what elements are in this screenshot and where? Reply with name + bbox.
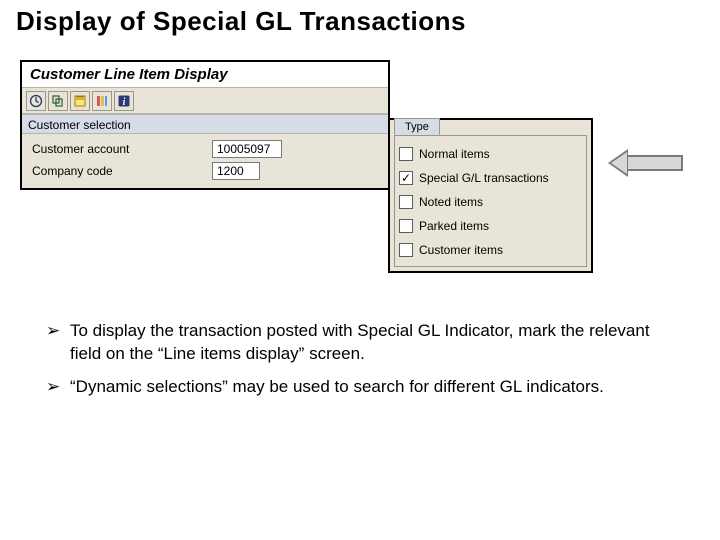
checkbox-label: Noted items: [419, 195, 483, 209]
type-panel: Type Normal items Special G/L transactio…: [388, 118, 593, 273]
checkbox-label: Customer items: [419, 243, 503, 257]
bullet-item: ➢ To display the transaction posted with…: [46, 320, 666, 366]
type-row-normal-items: Normal items: [399, 142, 582, 166]
window-title: Customer Line Item Display: [22, 62, 388, 88]
columns-icon[interactable]: [92, 91, 112, 111]
toolbar: i: [22, 88, 388, 114]
bullet-text: To display the transaction posted with S…: [70, 320, 666, 366]
checkbox-normal-items[interactable]: [399, 147, 413, 161]
type-row-noted-items: Noted items: [399, 190, 582, 214]
checkbox-label: Normal items: [419, 147, 490, 161]
checkbox-label: Special G/L transactions: [419, 171, 549, 185]
bullet-marker-icon: ➢: [46, 320, 70, 366]
selection-section-label: Customer selection: [22, 114, 388, 134]
arrow-body: [628, 155, 683, 171]
bullet-item: ➢ “Dynamic selections” may be used to se…: [46, 376, 666, 399]
selection-form: Customer account 10005097 Company code 1…: [22, 134, 388, 188]
bullet-text: “Dynamic selections” may be used to sear…: [70, 376, 666, 399]
checkbox-label: Parked items: [419, 219, 489, 233]
arrow-left-icon: [608, 149, 628, 177]
checkbox-customer-items[interactable]: [399, 243, 413, 257]
type-body: Normal items Special G/L transactions No…: [394, 135, 587, 267]
account-row: Customer account 10005097: [32, 138, 382, 160]
company-code-label: Company code: [32, 164, 212, 178]
svg-text:i: i: [123, 97, 126, 108]
info-icon[interactable]: i: [114, 91, 134, 111]
type-row-customer-items: Customer items: [399, 238, 582, 262]
type-row-parked-items: Parked items: [399, 214, 582, 238]
bullet-list: ➢ To display the transaction posted with…: [46, 320, 666, 409]
type-row-special-gl: Special G/L transactions: [399, 166, 582, 190]
pointer-arrow: [608, 148, 688, 178]
checkbox-special-gl[interactable]: [399, 171, 413, 185]
panels: Customer Line Item Display i Customer se…: [20, 60, 595, 275]
bullet-marker-icon: ➢: [46, 376, 70, 399]
checkbox-parked-items[interactable]: [399, 219, 413, 233]
customer-account-input[interactable]: 10005097: [212, 140, 282, 158]
slide-title: Display of Special GL Transactions: [16, 6, 466, 37]
company-code-row: Company code 1200: [32, 160, 382, 182]
company-code-input[interactable]: 1200: [212, 162, 260, 180]
clock-icon[interactable]: [26, 91, 46, 111]
type-tab[interactable]: Type: [394, 118, 440, 135]
customer-selection-panel: Customer Line Item Display i Customer se…: [20, 60, 390, 190]
save-icon[interactable]: [70, 91, 90, 111]
choose-icon[interactable]: [48, 91, 68, 111]
checkbox-noted-items[interactable]: [399, 195, 413, 209]
account-label: Customer account: [32, 142, 212, 156]
